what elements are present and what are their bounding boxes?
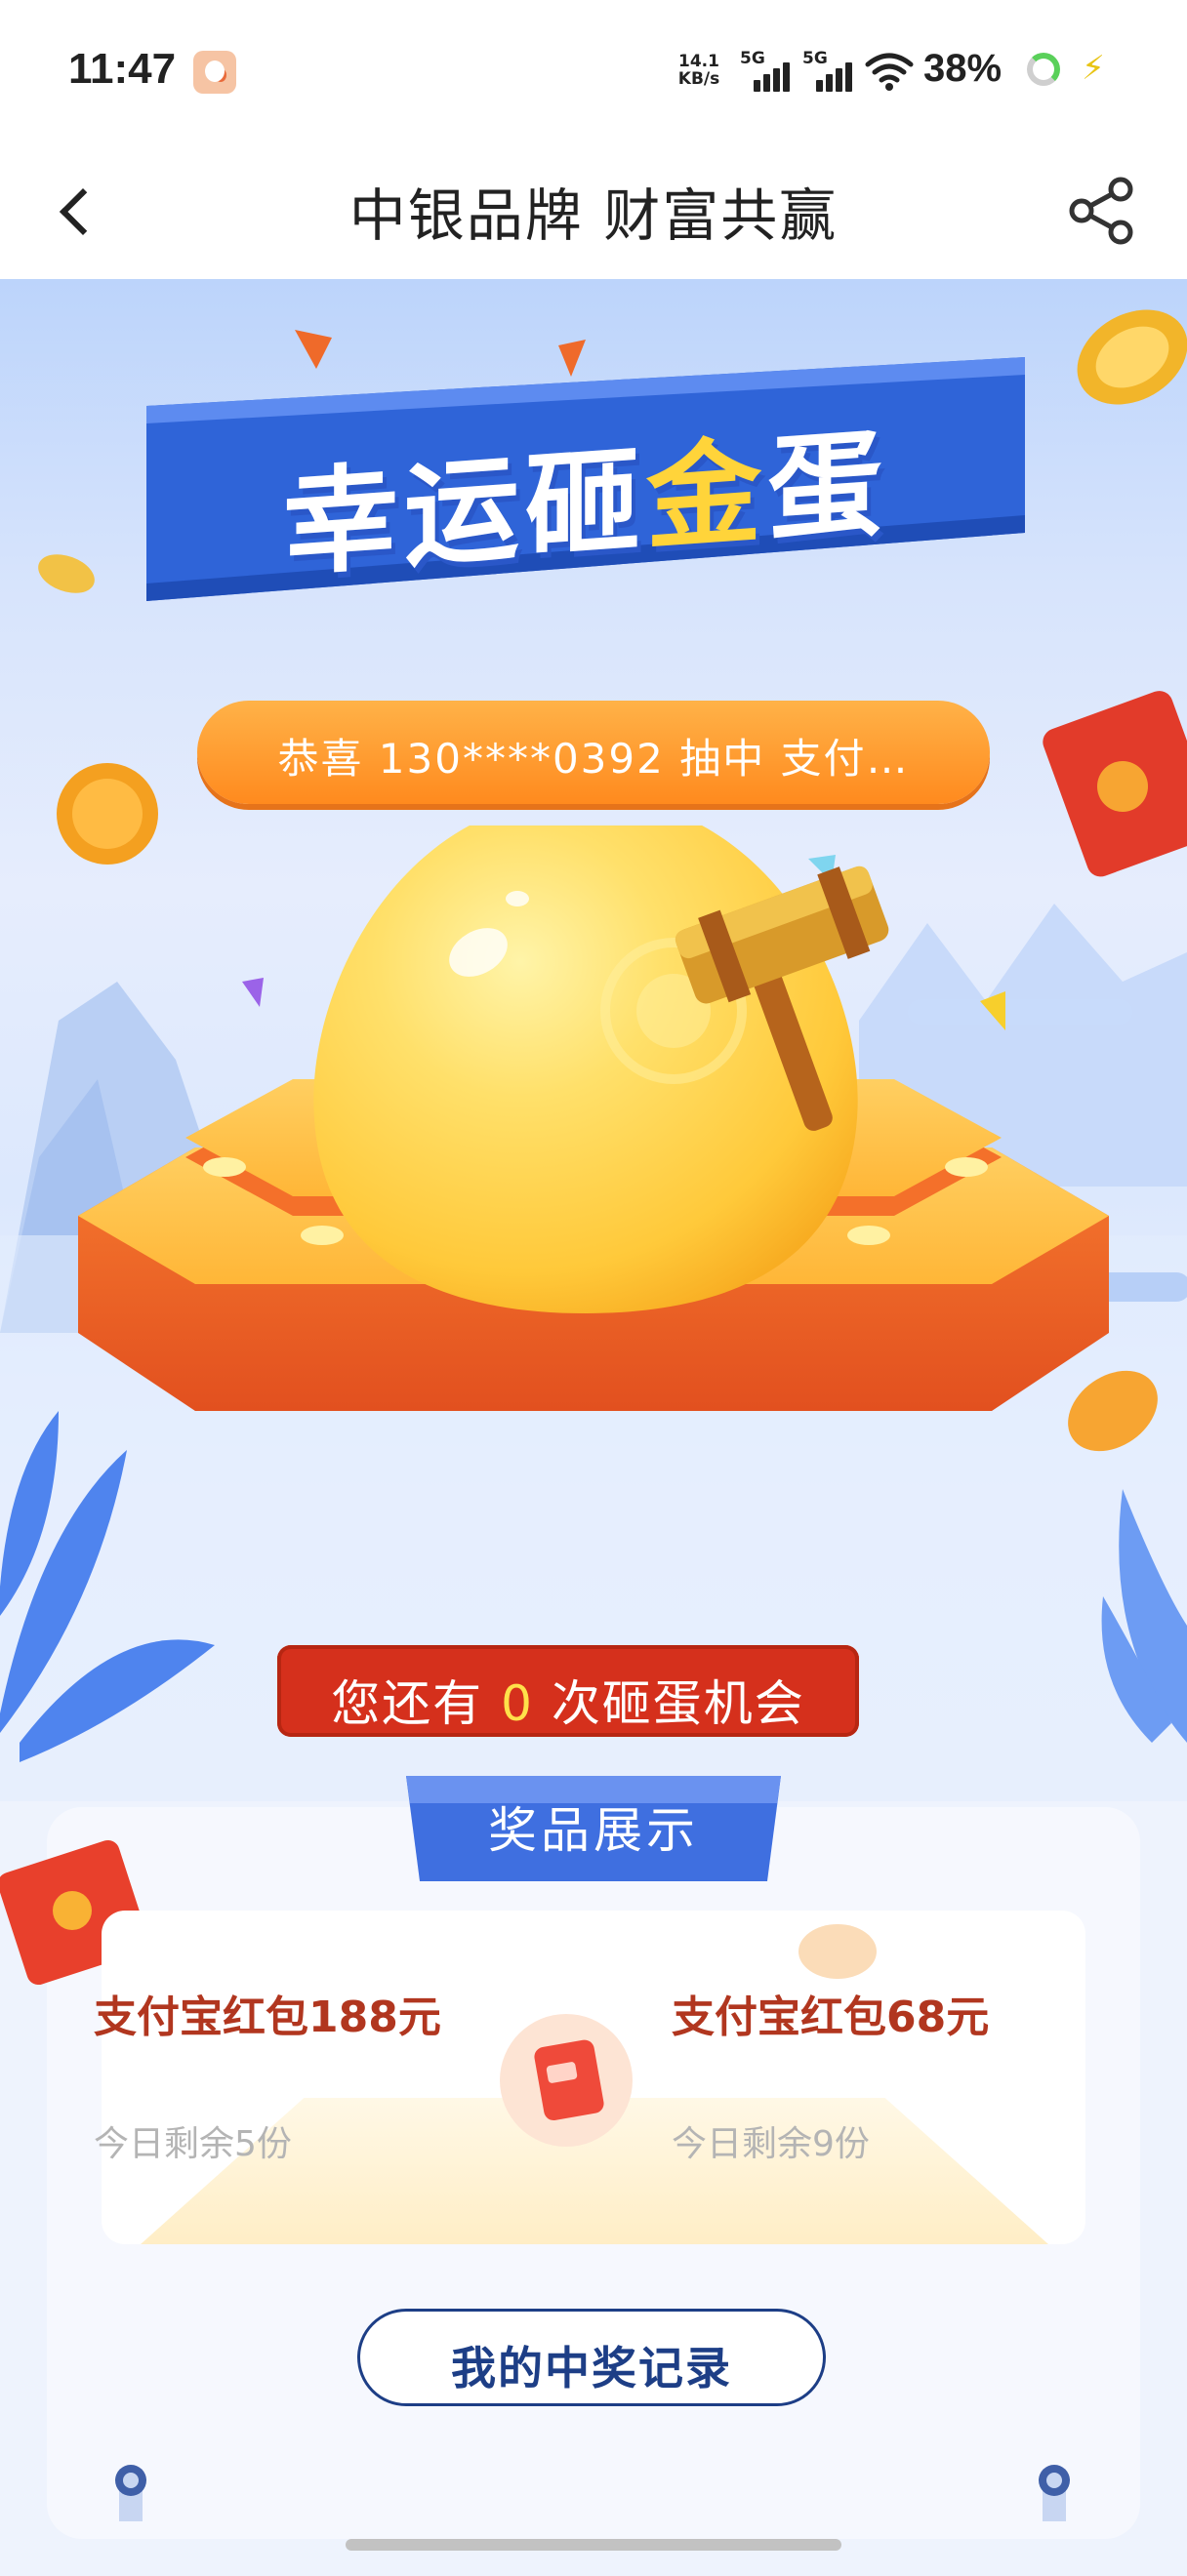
winner-ticker-text: 恭喜 130****0392 抽中 支付… xyxy=(277,735,910,783)
remaining-chances-box: 您还有 0 次砸蛋机会 xyxy=(277,1645,859,1737)
my-prize-records-button[interactable]: 我的中奖记录 xyxy=(357,2309,826,2406)
prize-item-name: 支付宝红包188元 xyxy=(94,1992,441,2042)
title-bar: 中银品牌 财富共赢 xyxy=(0,146,1187,279)
page-title: 中银品牌 财富共赢 xyxy=(348,182,839,249)
banner-title-part2: 蛋 xyxy=(767,415,889,558)
prize-item-name: 支付宝红包68元 xyxy=(672,1992,990,2042)
red-envelope-icon xyxy=(500,2014,633,2147)
card-hook-decoration xyxy=(1039,2465,1070,2521)
battery-ring-icon xyxy=(1027,53,1060,86)
remaining-chances-text: 您还有 0 次砸蛋机会 xyxy=(277,1665,859,1735)
network-speed: 14.1 KB/s xyxy=(674,53,724,88)
my-prize-records-label: 我的中奖记录 xyxy=(451,2342,732,2395)
app-notification-icon xyxy=(193,51,236,94)
hero-section: 幸运砸金蛋 恭喜 130****0392 抽中 支付… 您还有 0 次砸蛋机会 xyxy=(0,279,1187,1801)
card-hook-decoration xyxy=(115,2465,146,2521)
signal-label: 5G xyxy=(740,49,765,68)
signal-icon: 5G xyxy=(802,49,855,92)
network-speed-value: 14.1 xyxy=(678,52,719,71)
status-time: 11:47 xyxy=(68,45,177,93)
chance-suffix: 次砸蛋机会 xyxy=(551,1675,805,1732)
share-icon[interactable] xyxy=(1064,172,1138,250)
signal-icon: 5G xyxy=(740,49,793,92)
banner-title-part1: 幸运砸 xyxy=(282,431,646,592)
signal-label: 5G xyxy=(802,49,828,68)
chance-prefix: 您还有 xyxy=(331,1675,484,1732)
network-speed-unit: KB/s xyxy=(677,69,720,89)
wifi-icon xyxy=(865,53,914,91)
prize-item-remaining: 今日剩余5份 xyxy=(94,2124,292,2164)
coin-decoration xyxy=(798,1924,877,1979)
banner-title-gold: 金 xyxy=(645,423,767,567)
charging-bolt-icon: ⚡ xyxy=(1082,49,1105,88)
winner-ticker: 恭喜 130****0392 抽中 支付… xyxy=(197,701,990,804)
chance-count: 0 xyxy=(501,1675,534,1732)
battery-percentage: 38% xyxy=(923,47,1003,90)
status-bar: 11:47 14.1 KB/s 5G 5G 38% ⚡ xyxy=(0,0,1187,146)
prize-section-title: 奖品展示 xyxy=(488,1802,699,1859)
home-indicator[interactable] xyxy=(346,2539,841,2551)
prize-item-remaining: 今日剩余9份 xyxy=(672,2124,870,2164)
